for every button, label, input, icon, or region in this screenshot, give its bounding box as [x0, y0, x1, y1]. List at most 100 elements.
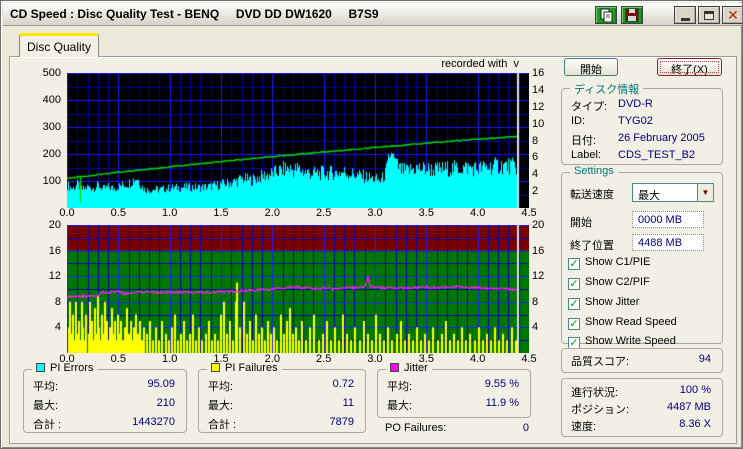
maximize-button[interactable] [698, 6, 720, 24]
stat-label: 平均: [387, 381, 413, 393]
maximize-icon [704, 10, 714, 20]
axis-tick: 12 [48, 270, 61, 282]
exit-button[interactable]: 終了(X) [657, 58, 722, 76]
axis-tick: 1.0 [162, 207, 178, 219]
axis-tick: 4 [54, 321, 61, 333]
checkbox-icon[interactable]: ✓ [568, 298, 580, 310]
axis-tick: 300 [42, 121, 61, 133]
stat-label: 平均: [208, 381, 234, 393]
checkbox-show-jitter[interactable]: ✓ Show Jitter [568, 296, 639, 310]
checkbox-show-write-speed[interactable]: ✓ Show Write Speed [568, 335, 676, 349]
axis-tick: 20 [48, 219, 61, 231]
stat-label: 合計 : [208, 419, 237, 431]
po-failures-row: PO Failures: 0 [385, 422, 529, 436]
save-icon [625, 8, 639, 22]
chevron-down-icon[interactable]: ▼ [697, 184, 713, 201]
checkbox-label: Show Read Speed [585, 316, 677, 328]
pi-failures-chart [67, 225, 529, 353]
disc-label-value: CDS_TEST_B2 [618, 149, 696, 161]
start-button[interactable]: 開始 [564, 58, 618, 76]
disc-info-group-title: ディスク情報 [570, 81, 644, 97]
quality-score-value: 94 [698, 353, 711, 365]
stat-value: 95.09 [147, 378, 175, 390]
position-value: 4487 MB [666, 401, 711, 413]
axis-tick: 1.0 [162, 353, 178, 365]
axis-tick: 8 [532, 296, 539, 308]
settings-group: Settings 転送速度 最大 ▼ 開始 0000 MB 終了位置 4488 … [561, 165, 723, 349]
stat-label: 最大: [208, 400, 234, 412]
pi-failures-group-title: PI Failures [207, 362, 282, 374]
checkbox-show-read-speed[interactable]: ✓ Show Read Speed [568, 316, 677, 330]
disc-info-label: タイプ: [571, 101, 608, 113]
axis-tick: 0.5 [110, 207, 126, 219]
axis-tick: 0.5 [110, 353, 126, 365]
pi-errors-swatch-icon [36, 363, 45, 372]
progress-label: 進行状況: [571, 387, 619, 399]
checkbox-icon[interactable]: ✓ [568, 278, 580, 290]
stat-value: 11.9 % [485, 397, 519, 409]
save-button[interactable] [621, 6, 643, 24]
close-icon: ✕ [727, 7, 739, 23]
progress-value: 100 % [679, 384, 711, 396]
disc-id-value: TYG02 [618, 115, 653, 127]
copy-button[interactable] [595, 6, 617, 24]
checkbox-label: Show C1/PIE [585, 256, 651, 268]
pi-errors-group-title: PI Errors [32, 362, 98, 374]
axis-tick: 16 [532, 245, 545, 257]
position-label: ポジション: [571, 404, 630, 416]
checkbox-icon[interactable]: ✓ [568, 318, 580, 330]
axis-tick: 12 [532, 270, 545, 282]
checkbox-show-c2-pif[interactable]: ✓ Show C2/PIF [568, 276, 650, 290]
start-pos-label: 開始 [570, 217, 592, 229]
pi-errors-group: PI Errors 平均: 95.09 最大: 210 合計 : 1443270 [23, 362, 187, 433]
axis-tick: 8 [54, 296, 61, 308]
settings-group-title: Settings [570, 165, 618, 177]
checkbox-icon[interactable]: ✓ [568, 258, 580, 270]
axis-tick: 16 [532, 67, 545, 79]
axis-tick: 500 [42, 67, 61, 79]
disc-date-value: 26 February 2005 [618, 132, 705, 144]
minimize-button[interactable] [674, 6, 696, 24]
copy-icon [600, 8, 613, 22]
close-button[interactable]: ✕ [722, 6, 742, 24]
axis-tick: 14 [532, 84, 545, 96]
disc-info-label: 日付: [571, 135, 597, 147]
axis-tick: 3.5 [418, 207, 434, 219]
quality-score-group: 品質スコア: 94 [561, 348, 723, 373]
stat-value: 0.72 [332, 378, 354, 390]
stat-value: 11 [342, 397, 354, 409]
axis-tick: 0.0 [59, 207, 75, 219]
axis-tick: 12 [532, 101, 545, 113]
axis-tick: 3.0 [367, 207, 383, 219]
axis-tick: 4 [532, 321, 539, 333]
start-pos-field[interactable]: 0000 MB [632, 211, 704, 228]
pi-failures-group: PI Failures 平均: 0.72 最大: 11 合計 : 7879 [198, 362, 366, 433]
axis-tick: 8 [532, 135, 539, 147]
axis-tick: 2 [532, 185, 539, 197]
checkbox-show-c1-pie[interactable]: ✓ Show C1/PIE [568, 256, 650, 270]
axis-tick: 200 [42, 148, 61, 160]
stat-label: 最大: [387, 400, 413, 412]
transfer-speed-select[interactable]: 最大 ▼ [632, 183, 714, 202]
tab-disc-quality[interactable]: Disc Quality [19, 33, 99, 57]
stat-value: 9.55 % [484, 378, 519, 390]
axis-tick: 4 [532, 168, 539, 180]
jitter-group: Jitter 平均: 9.55 % 最大: 11.9 % [377, 362, 531, 418]
progress-group: 進行状況: 100 % ポジション: 4487 MB 速度: 8.36 X [561, 378, 723, 437]
speed-label: 速度: [571, 421, 597, 433]
axis-tick: 6 [532, 151, 539, 163]
po-failures-value: 0 [522, 422, 529, 434]
axis-tick: 4.0 [470, 353, 486, 365]
axis-tick: 4.0 [470, 207, 486, 219]
transfer-speed-label: 転送速度 [570, 189, 614, 201]
end-pos-label: 終了位置 [570, 240, 614, 252]
checkbox-label: Show Write Speed [585, 335, 676, 347]
disc-type-value: DVD-R [618, 98, 653, 110]
disc-info-group: ディスク情報 タイプ: DVD-R ID: TYG02 日付: 26 February… [561, 81, 723, 165]
stat-value: 7879 [329, 416, 354, 428]
axis-tick: 400 [42, 94, 61, 106]
end-pos-field[interactable]: 4488 MB [632, 234, 704, 251]
pi-errors-chart [67, 73, 529, 208]
stat-label: 最大: [33, 400, 59, 412]
disc-info-label: Label: [571, 149, 601, 161]
